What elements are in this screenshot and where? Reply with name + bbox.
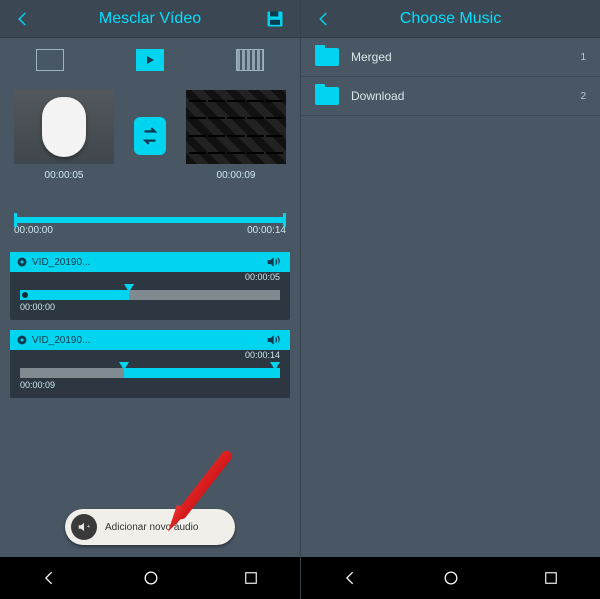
save-button[interactable] <box>256 0 294 38</box>
audio-trim-track[interactable] <box>20 290 280 300</box>
mode-sequential[interactable] <box>136 49 164 71</box>
back-button[interactable] <box>4 0 42 38</box>
nav-home[interactable] <box>141 568 161 588</box>
disc-icon <box>16 256 28 268</box>
audio-start-label: 00:00:00 <box>20 302 290 312</box>
timeline-start: 00:00:00 <box>14 225 53 236</box>
folder-count: 2 <box>580 91 586 102</box>
android-navbar <box>0 557 300 599</box>
clip-thumbnail-2[interactable] <box>186 90 286 164</box>
clip-thumbnail-1[interactable] <box>14 90 114 164</box>
folder-name: Merged <box>351 50 580 64</box>
clip-row: 00:00:05 00:00:09 <box>0 82 300 181</box>
folder-icon <box>315 48 339 66</box>
folder-name: Download <box>351 89 580 103</box>
folder-count: 1 <box>580 52 586 63</box>
svg-text:+: + <box>87 524 91 530</box>
clip-duration: 00:00:09 <box>186 170 286 181</box>
audio-name: VID_20190... <box>32 335 258 346</box>
android-navbar <box>301 557 600 599</box>
check-icon[interactable]: ✓ <box>270 330 290 353</box>
mode-side-by-side[interactable] <box>36 49 64 71</box>
nav-home[interactable] <box>441 568 461 588</box>
audio-name: VID_20190... <box>32 257 258 268</box>
page-title: Mesclar Vídeo <box>99 10 201 28</box>
nav-back[interactable] <box>40 568 60 588</box>
folder-row-merged[interactable]: Merged 1 <box>301 38 600 77</box>
main-timeline[interactable]: 00:00:00 00:00:14 <box>14 217 286 236</box>
choose-music-screen: Choose Music Merged 1 Download 2 <box>300 0 600 599</box>
timeline-end: 00:00:14 <box>247 225 286 236</box>
nav-back[interactable] <box>341 568 361 588</box>
mode-grid[interactable] <box>236 49 264 71</box>
add-audio-button[interactable]: + Adicionar novo áudio <box>65 509 235 545</box>
add-audio-label: Adicionar novo áudio <box>105 522 198 533</box>
audio-start-label: 00:00:09 <box>20 380 290 390</box>
speaker-plus-icon: + <box>71 514 97 540</box>
check-icon[interactable]: ✓ <box>270 252 290 275</box>
nav-recent[interactable] <box>242 569 260 587</box>
folder-row-download[interactable]: Download 2 <box>301 77 600 116</box>
clip-duration: 00:00:05 <box>14 170 114 181</box>
merge-video-screen: Mesclar Vídeo 00:00:05 00:00:09 <box>0 0 300 599</box>
audio-trim-track[interactable] <box>20 368 280 378</box>
nav-recent[interactable] <box>542 569 560 587</box>
mode-tabs <box>0 38 300 82</box>
page-title: Choose Music <box>400 10 501 28</box>
swap-clips-button[interactable] <box>134 117 166 155</box>
back-button[interactable] <box>305 0 343 38</box>
folder-icon <box>315 87 339 105</box>
audio-track-1: VID_20190... ✓ 00:00:05 00:00:00 <box>10 252 290 320</box>
disc-icon <box>16 334 28 346</box>
header: Choose Music <box>301 0 600 38</box>
header: Mesclar Vídeo <box>0 0 300 38</box>
audio-track-2: VID_20190... ✓ 00:00:14 00:00:09 <box>10 330 290 398</box>
